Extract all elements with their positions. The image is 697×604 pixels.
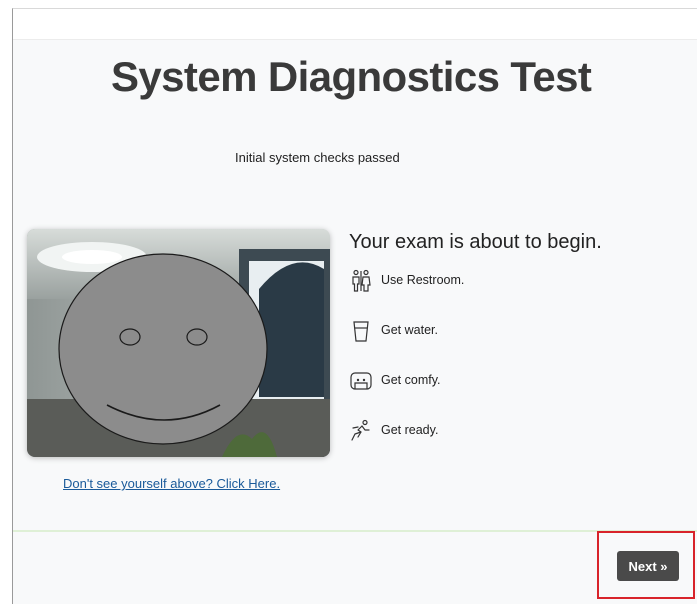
webcam-image [27,229,330,457]
checklist-label: Get water. [381,323,438,337]
checklist-label: Use Restroom. [381,273,465,287]
status-message: Initial system checks passed [235,150,400,165]
page: System Diagnostics Test Initial system c… [0,0,697,604]
water-glass-icon [353,321,369,342]
exam-heading: Your exam is about to begin. [349,231,602,253]
checklist-label: Get ready. [381,423,439,437]
armchair-icon [350,372,372,390]
top-strip [13,9,697,40]
webcam-preview [27,229,330,457]
footer-divider [13,530,697,532]
next-button[interactable]: Next » [617,551,679,581]
camera-help-link[interactable]: Don't see yourself above? Click Here. [63,476,280,491]
checklist-label: Get comfy. [381,373,441,387]
diagnostics-panel: System Diagnostics Test Initial system c… [12,8,697,604]
face-placeholder [58,253,268,445]
restroom-icon [352,269,371,292]
page-title: System Diagnostics Test [111,53,592,100]
runner-icon [351,419,370,441]
